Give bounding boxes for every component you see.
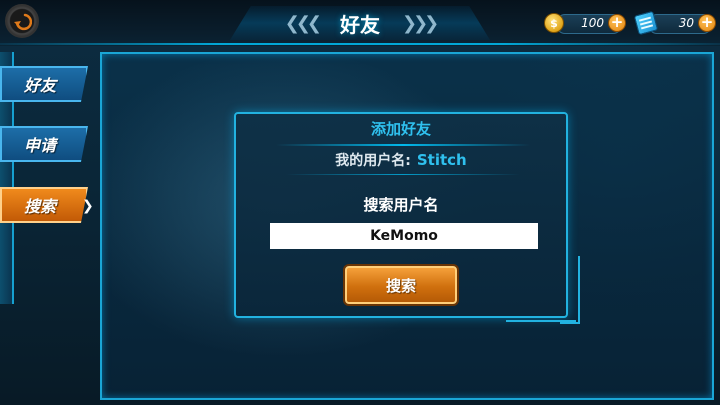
dialog-corner-deco xyxy=(560,256,580,324)
search-username-input[interactable] xyxy=(270,223,538,249)
active-tab-arrow-icon: ❯ xyxy=(82,198,94,214)
tab-search-label: 搜索 xyxy=(24,197,57,216)
search-username-label: 搜索用户名 xyxy=(363,196,439,214)
card-currency: 30 + xyxy=(633,10,718,36)
tab-search[interactable]: 搜索 xyxy=(0,187,88,223)
tab-friends[interactable]: 好友 xyxy=(0,66,88,102)
tab-requests[interactable]: 申请 xyxy=(0,126,88,162)
add-coins-button[interactable]: + xyxy=(608,14,626,32)
page-title: 好友 xyxy=(340,12,380,37)
back-icon xyxy=(14,13,32,31)
coin-currency: $ 100 + xyxy=(544,12,626,34)
search-button[interactable]: 搜索 xyxy=(345,266,457,304)
chevron-right-icon: ❯❯❯ xyxy=(402,12,439,34)
card-value: 30 xyxy=(678,16,694,30)
dialog-header-divider xyxy=(276,144,530,146)
add-cards-button[interactable]: + xyxy=(698,14,716,32)
search-button-label: 搜索 xyxy=(385,276,416,295)
my-username-label: 我的用户名: xyxy=(335,153,411,169)
tab-requests-label: 申请 xyxy=(24,136,57,155)
dialog-title: 添加好友 xyxy=(370,120,431,138)
top-bar-divider xyxy=(0,43,720,45)
title-plate: ❮❮❮ 好友 ❯❯❯ xyxy=(230,6,490,40)
my-username-row: 我的用户名: Stitch xyxy=(236,150,566,170)
my-username-value: Stitch xyxy=(416,151,467,169)
back-button[interactable] xyxy=(5,4,39,38)
top-bar: ❮❮❮ 好友 ❯❯❯ $ 100 + 30 + xyxy=(0,0,720,46)
dialog-divider xyxy=(286,174,520,175)
dialog-bottom-deco xyxy=(506,320,576,322)
coin-icon: $ xyxy=(544,13,564,33)
tab-friends-label: 好友 xyxy=(24,76,57,95)
chevron-left-icon: ❮❮❮ xyxy=(284,12,322,34)
coin-value: 100 xyxy=(581,16,604,30)
